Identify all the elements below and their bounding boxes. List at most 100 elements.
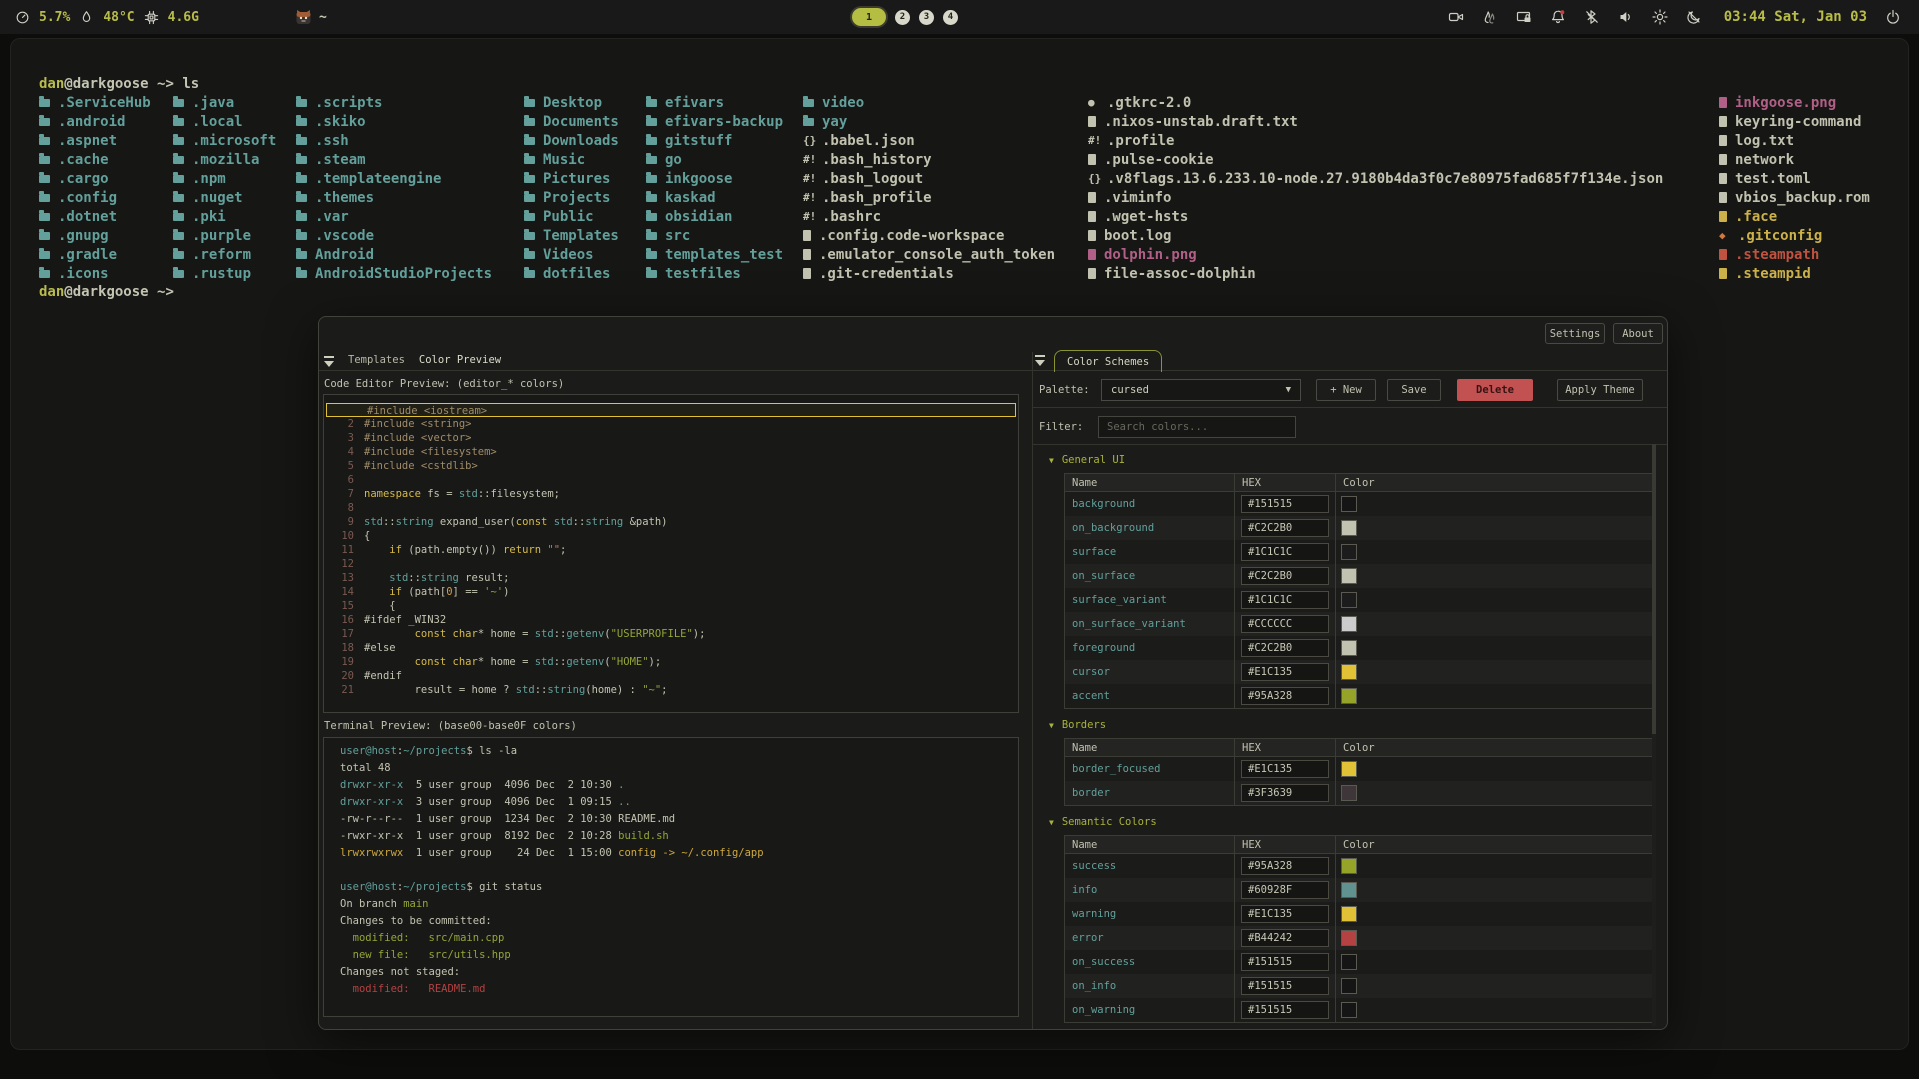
delete-button[interactable]: Delete — [1457, 379, 1533, 401]
table-row[interactable]: surface_variant#1C1C1C — [1065, 588, 1653, 612]
hex-input[interactable]: #151515 — [1241, 953, 1329, 971]
hex-input[interactable]: #E1C135 — [1241, 663, 1329, 681]
hex-input[interactable]: #E1C135 — [1241, 760, 1329, 778]
table-row[interactable]: on_warning#151515 — [1065, 998, 1653, 1022]
workspace-4[interactable]: 4 — [943, 10, 958, 25]
table-row[interactable]: warning#E1C135 — [1065, 902, 1653, 926]
workspace-2[interactable]: 2 — [895, 10, 910, 25]
save-button[interactable]: Save — [1387, 379, 1441, 401]
palette-dropdown[interactable]: cursed ▼ — [1101, 379, 1301, 401]
color-swatch[interactable] — [1341, 640, 1357, 656]
terminal-line: total 48 — [324, 760, 1018, 777]
workspace-1[interactable]: 1 — [852, 8, 886, 26]
settings-button[interactable]: Settings — [1545, 323, 1605, 344]
hex-input[interactable]: #C2C2B0 — [1241, 519, 1329, 537]
table-row[interactable]: accent#95A328 — [1065, 684, 1653, 708]
color-swatch[interactable] — [1341, 930, 1357, 946]
table-row[interactable]: error#B44242 — [1065, 926, 1653, 950]
focused-app-indicator[interactable]: ~ — [295, 9, 327, 26]
color-swatch[interactable] — [1341, 785, 1357, 801]
color-swatch[interactable] — [1341, 858, 1357, 874]
hex-input[interactable]: #E1C135 — [1241, 905, 1329, 923]
table-row[interactable]: on_background#C2C2B0 — [1065, 516, 1653, 540]
table-row[interactable]: cursor#E1C135 — [1065, 660, 1653, 684]
color-swatch[interactable] — [1341, 1002, 1357, 1018]
file-entry: .pulse-cookie — [1088, 150, 1663, 169]
hex-input[interactable]: #3F3639 — [1241, 784, 1329, 802]
section-header[interactable]: ▼Semantic Colors — [1049, 816, 1664, 828]
table-row[interactable]: on_surface#C2C2B0 — [1065, 564, 1653, 588]
color-swatch[interactable] — [1341, 520, 1357, 536]
color-swatch[interactable] — [1341, 906, 1357, 922]
color-swatch[interactable] — [1341, 688, 1357, 704]
file-name: src — [665, 228, 690, 244]
file-name: Pictures — [543, 171, 610, 187]
hex-input[interactable]: #151515 — [1241, 977, 1329, 995]
search-colors-input[interactable] — [1098, 416, 1296, 438]
table-row[interactable]: success#95A328 — [1065, 854, 1653, 878]
volume-icon[interactable] — [1618, 9, 1635, 26]
table-row[interactable]: border_focused#E1C135 — [1065, 757, 1653, 781]
about-button[interactable]: About — [1613, 323, 1663, 344]
table-row[interactable]: on_success#151515 — [1065, 950, 1653, 974]
brightness-icon[interactable] — [1652, 9, 1669, 26]
clock[interactable]: 03:44 Sat, Jan 03 — [1724, 9, 1867, 25]
code-line: 6 — [324, 473, 1018, 487]
screen-lock-icon[interactable] — [1516, 9, 1533, 26]
hex-input[interactable]: #60928F — [1241, 881, 1329, 899]
hex-input[interactable]: #95A328 — [1241, 857, 1329, 875]
hex-input[interactable]: #C2C2B0 — [1241, 639, 1329, 657]
color-swatch[interactable] — [1341, 496, 1357, 512]
section-header[interactable]: ▼General UI — [1049, 454, 1664, 466]
hex-input[interactable]: #95A328 — [1241, 687, 1329, 705]
hex-input[interactable]: #CCCCCC — [1241, 615, 1329, 633]
table-row[interactable]: on_surface_variant#CCCCCC — [1065, 612, 1653, 636]
file-entry: keyring-command — [1719, 112, 1870, 131]
screen-record-icon[interactable] — [1448, 9, 1465, 26]
apply-theme-button[interactable]: Apply Theme — [1557, 379, 1643, 401]
hex-input[interactable]: #151515 — [1241, 1001, 1329, 1019]
workspace-3[interactable]: 3 — [919, 10, 934, 25]
color-swatch[interactable] — [1341, 568, 1357, 584]
color-swatch[interactable] — [1341, 954, 1357, 970]
tab-templates[interactable]: Templates — [348, 354, 405, 366]
new-palette-button[interactable]: + New — [1316, 379, 1376, 401]
table-row[interactable]: on_info#151515 — [1065, 974, 1653, 998]
section-header[interactable]: ▼Borders — [1049, 719, 1664, 731]
focused-window-title: ~ — [319, 10, 327, 25]
folder-icon — [646, 175, 657, 183]
color-swatch[interactable] — [1341, 882, 1357, 898]
table-row[interactable]: border#3F3639 — [1065, 781, 1653, 805]
color-swatch[interactable] — [1341, 664, 1357, 680]
collapse-pane-icon[interactable] — [324, 356, 334, 365]
table-row[interactable]: foreground#C2C2B0 — [1065, 636, 1653, 660]
file-name: .themes — [315, 190, 374, 206]
file-name: dotfiles — [543, 266, 610, 282]
color-swatch[interactable] — [1341, 544, 1357, 560]
color-swatch[interactable] — [1341, 761, 1357, 777]
table-row[interactable]: background#151515 — [1065, 492, 1653, 516]
file-entry: .config.code-workspace — [803, 226, 1055, 245]
hex-input[interactable]: #C2C2B0 — [1241, 567, 1329, 585]
hex-input[interactable]: #1C1C1C — [1241, 591, 1329, 609]
tab-color-schemes[interactable]: Color Schemes — [1054, 350, 1162, 372]
fire-mode-icon[interactable] — [1482, 9, 1499, 26]
shell-script-icon: #! — [803, 172, 816, 185]
hex-input[interactable]: #1C1C1C — [1241, 543, 1329, 561]
night-light-off-icon[interactable] — [1686, 9, 1703, 26]
hex-input[interactable]: #B44242 — [1241, 929, 1329, 947]
notification-bell-icon[interactable] — [1550, 9, 1567, 26]
color-swatch[interactable] — [1341, 978, 1357, 994]
scrollbar-thumb[interactable] — [1652, 444, 1656, 734]
scrollbar[interactable] — [1652, 444, 1656, 1026]
file-name: Public — [543, 209, 594, 225]
table-row[interactable]: info#60928F — [1065, 878, 1653, 902]
bluetooth-off-icon[interactable] — [1584, 9, 1601, 26]
collapse-pane-icon[interactable] — [1035, 355, 1045, 364]
color-swatch[interactable] — [1341, 616, 1357, 632]
tab-color-preview[interactable]: Color Preview — [419, 354, 501, 366]
power-icon[interactable] — [1884, 9, 1901, 26]
table-row[interactable]: surface#1C1C1C — [1065, 540, 1653, 564]
color-swatch[interactable] — [1341, 592, 1357, 608]
hex-input[interactable]: #151515 — [1241, 495, 1329, 513]
